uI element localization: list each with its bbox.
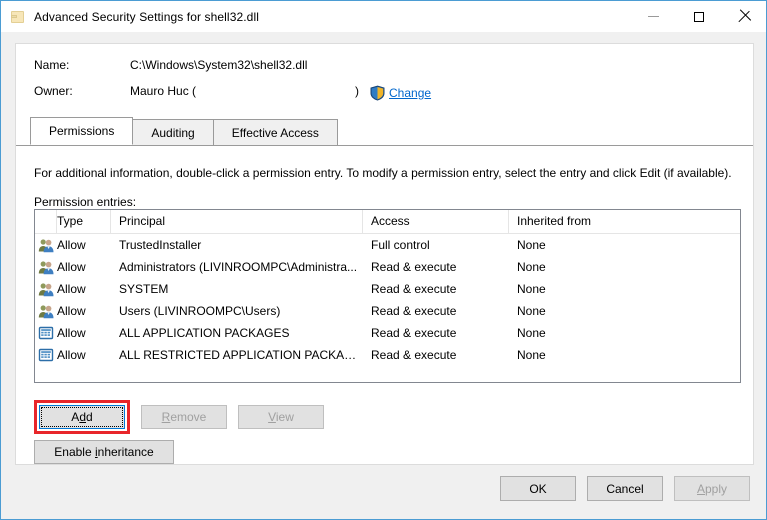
column-header-principal[interactable]: Principal [111,210,363,233]
permission-entries-list[interactable]: Type Principal Access Inherited from All… [34,209,741,383]
dialog-content-panel: Name: C:\Windows\System32\shell32.dll Ow… [15,43,754,465]
table-row[interactable]: AllowUsers (LIVINROOMPC\Users)Read & exe… [35,300,740,322]
users-group-icon [35,278,57,300]
table-row[interactable]: AllowSYSTEMRead & executeNone [35,278,740,300]
ok-button[interactable]: OK [500,476,576,501]
column-header-inherited-from[interactable]: Inherited from [509,210,740,233]
users-group-icon [38,259,54,275]
cell-principal: Administrators (LIVINROOMPC\Administra..… [111,256,363,278]
permissions-tab-panel: For additional information, double-click… [16,147,753,464]
add-button-highlight-annotation: Add [34,400,130,434]
header-fields: Name: C:\Windows\System32\shell32.dll Ow… [16,44,753,110]
name-label: Name: [34,58,130,72]
enable-inheritance-button[interactable]: Enable inheritance [34,440,174,464]
window-title: Advanced Security Settings for shell32.d… [34,10,259,24]
table-row[interactable]: AllowAdministrators (LIVINROOMPC\Adminis… [35,256,740,278]
change-owner-link[interactable]: Change [370,85,431,101]
users-group-icon [38,237,54,253]
folder-icon [10,9,26,25]
permission-entries-label: Permission entries: [34,195,753,209]
tab-permissions[interactable]: Permissions [30,117,133,145]
apply-button-label: Apply [697,482,727,496]
owner-label: Owner: [34,84,130,98]
minimize-icon [648,16,659,17]
list-header-row: Type Principal Access Inherited from [35,210,740,234]
users-group-icon [35,300,57,322]
cell-principal: TrustedInstaller [111,234,363,256]
users-group-icon [38,281,54,297]
cell-principal: ALL RESTRICTED APPLICATION PACKAGES [111,344,363,366]
users-group-icon [35,256,57,278]
maximize-button[interactable] [676,1,721,32]
tab-effective-access[interactable]: Effective Access [213,119,338,145]
column-header-icon [35,210,57,233]
name-value: C:\Windows\System32\shell32.dll [130,58,307,72]
tab-permissions-label: Permissions [49,124,114,138]
close-icon [738,11,750,23]
cell-type: Allow [57,344,111,366]
cancel-button[interactable]: Cancel [587,476,663,501]
close-button[interactable] [721,1,766,32]
add-button-label: Add [71,410,92,424]
owner-value: Mauro Huc ( [130,84,196,98]
enable-inheritance-label: Enable inheritance [54,445,153,459]
column-header-type[interactable]: Type [57,210,111,233]
table-row[interactable]: AllowTrustedInstallerFull controlNone [35,234,740,256]
cell-access: Read & execute [363,322,509,344]
app-package-icon [35,344,57,366]
cell-access: Read & execute [363,344,509,366]
change-link-label: Change [389,86,431,100]
cell-inherited-from: None [509,278,740,300]
users-group-icon [35,234,57,256]
advanced-security-settings-dialog: Advanced Security Settings for shell32.d… [0,0,767,520]
cell-inherited-from: None [509,234,740,256]
tab-auditing-label: Auditing [151,126,194,140]
uac-shield-icon [370,85,385,101]
remove-button-label: Remove [162,410,207,424]
cell-access: Read & execute [363,300,509,322]
window-controls [631,1,766,32]
tab-effective-access-label: Effective Access [232,126,319,140]
view-button-label: View [268,410,294,424]
cell-type: Allow [57,234,111,256]
cell-principal: SYSTEM [111,278,363,300]
app-package-icon [38,347,54,363]
name-row: Name: C:\Windows\System32\shell32.dll [34,58,753,84]
dialog-footer: OK Cancel Apply [1,465,766,519]
table-row[interactable]: AllowALL RESTRICTED APPLICATION PACKAGES… [35,344,740,366]
list-body: AllowTrustedInstallerFull controlNoneAll… [35,234,740,366]
view-button[interactable]: View [238,405,324,429]
cell-type: Allow [57,278,111,300]
maximize-icon [694,12,704,22]
remove-button[interactable]: Remove [141,405,227,429]
app-package-icon [38,325,54,341]
title-bar: Advanced Security Settings for shell32.d… [1,1,766,32]
cell-inherited-from: None [509,322,740,344]
owner-row: Owner: Mauro Huc ( ) Change [34,84,753,110]
minimize-button[interactable] [631,1,676,32]
cell-inherited-from: None [509,344,740,366]
cell-access: Read & execute [363,278,509,300]
cell-type: Allow [57,256,111,278]
tab-strip: Permissions Auditing Effective Access [16,119,753,146]
cell-type: Allow [57,300,111,322]
table-row[interactable]: AllowALL APPLICATION PACKAGESRead & exec… [35,322,740,344]
owner-value-close-paren: ) [355,84,359,98]
add-button[interactable]: Add [39,405,125,429]
info-text: For additional information, double-click… [34,166,753,180]
column-header-access[interactable]: Access [363,210,509,233]
users-group-icon [38,303,54,319]
app-package-icon [35,322,57,344]
cell-access: Full control [363,234,509,256]
cell-inherited-from: None [509,256,740,278]
apply-button[interactable]: Apply [674,476,750,501]
cell-type: Allow [57,322,111,344]
cell-inherited-from: None [509,300,740,322]
cell-principal: Users (LIVINROOMPC\Users) [111,300,363,322]
footer-buttons: OK Cancel Apply [500,476,750,501]
cell-access: Read & execute [363,256,509,278]
entry-action-buttons: Add Remove View [34,400,324,434]
cell-principal: ALL APPLICATION PACKAGES [111,322,363,344]
tab-auditing[interactable]: Auditing [132,119,213,145]
